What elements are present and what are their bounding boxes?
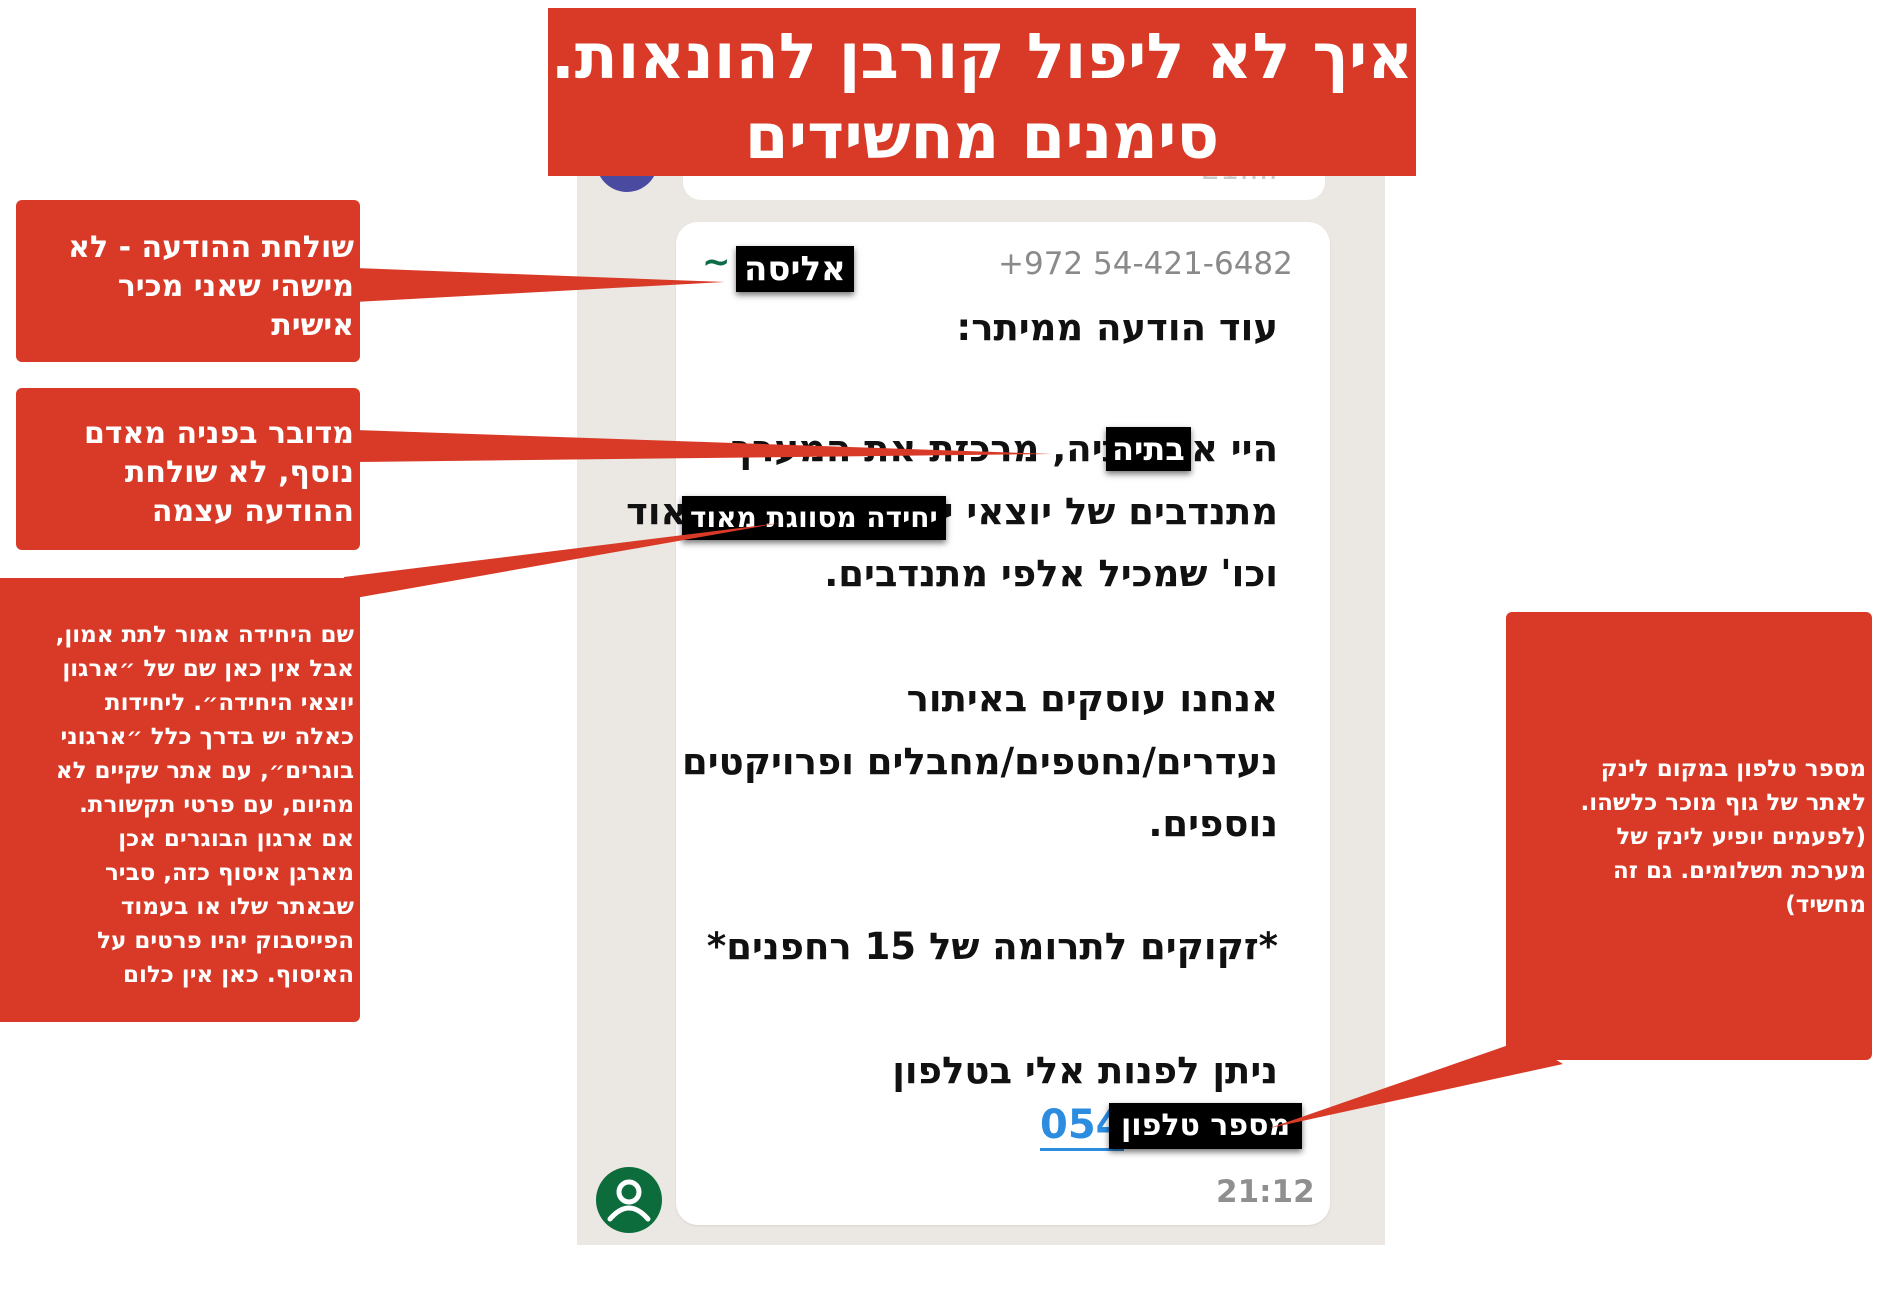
note-unit-name: שם היחידה אמור לתת אמון, אבל אין כאן שם … xyxy=(0,578,360,1022)
note-unit-line: מהיום, עם פרטי תקשורת. xyxy=(79,792,354,818)
note-phone-line: מערכת תשלומים. גם זה xyxy=(1613,858,1866,884)
note-unit-line: אבל אין כאן שם של ״ארגון xyxy=(62,656,354,682)
note-phone-line: (לפעמים יופיע לינק של xyxy=(1616,824,1866,850)
title-line-2: סימנים מחשידים xyxy=(744,100,1220,173)
note-unit-line: אם ארגון הבוגרים אכן xyxy=(118,826,354,852)
note-phone-line: מספר טלפון במקום לינק xyxy=(1600,756,1866,782)
note-phone-line: לאתר של גוף מוכר כלשהו. xyxy=(1580,790,1866,816)
note-unit-line: האיסוף. כאן אין כלום xyxy=(122,962,354,988)
title-banner: איך לא ליפול קורבן להונאות. סימנים מחשיד… xyxy=(548,8,1416,176)
note-sender-line: שולחת ההודעה - לא xyxy=(68,230,354,265)
note-unit-line: הפייסבוק יהיו פרטים על xyxy=(97,928,354,954)
note-unit-line: שם היחידה אמור לתת אמון, xyxy=(55,622,354,648)
note-sender: שולחת ההודעה - לא מישהי שאני מכיר אישית xyxy=(16,200,360,362)
note-unit-line: בוגרים״, עם אתר שקיים לא xyxy=(55,758,354,784)
note-on-behalf-line: מדובר בפניה מאדם xyxy=(83,416,354,451)
note-unit-line: כאלה יש בדרך כלל ״ארגוני xyxy=(60,724,354,750)
note-phone-line: מחשיד) xyxy=(1785,892,1866,918)
note-unit-line: שבאתר שלו או בעמוד xyxy=(120,894,354,920)
note-on-behalf-line: נוסף, לא שולחת xyxy=(124,455,354,490)
pointer-unit xyxy=(344,523,780,600)
note-sender-line: מישהי שאני מכיר xyxy=(117,269,354,304)
pointer-sender xyxy=(355,268,725,302)
note-unit-line: יוצאי היחידה״. ליחידות xyxy=(104,690,354,716)
note-phone-instead-of-link: מספר טלפון במקום לינק לאתר של גוף מוכר כ… xyxy=(1506,612,1872,1060)
title-line-1: איך לא ליפול קורבן להונאות. xyxy=(550,20,1414,93)
note-unit-line: מארגן איסוף כזה, סביר xyxy=(104,860,354,886)
note-sender-line: אישית xyxy=(271,308,354,343)
pointer-name xyxy=(355,430,1052,462)
note-on-behalf-line: ההודעה עצמה xyxy=(151,494,354,529)
note-on-behalf: מדובר בפניה מאדם נוסף, לא שולחת ההודעה ע… xyxy=(16,388,360,550)
